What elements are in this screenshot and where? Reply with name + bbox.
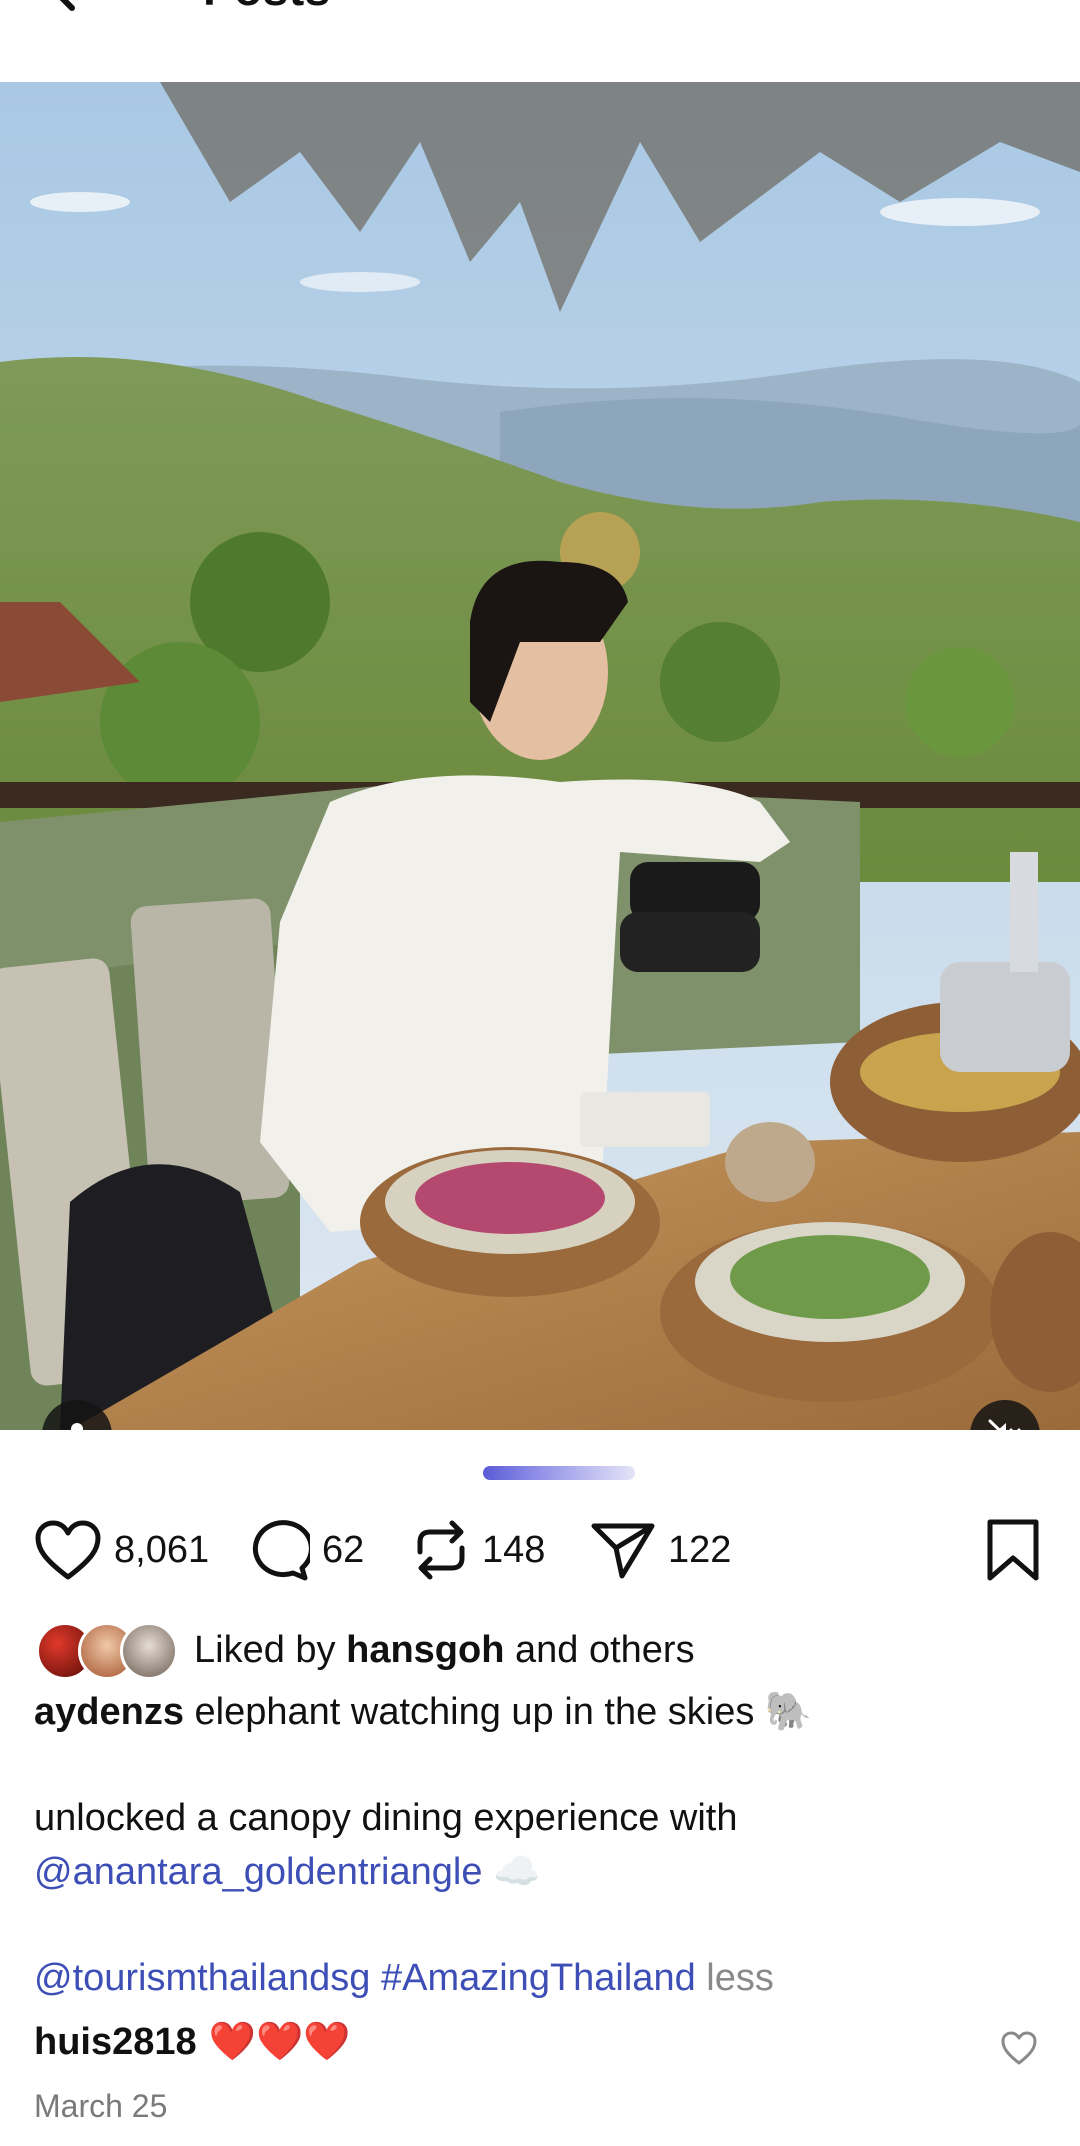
top-bar: Posts (0, 0, 1080, 80)
post-date: March 25 (34, 2088, 168, 2124)
page-title: Posts (203, 0, 331, 16)
heart-icon[interactable] (1000, 2030, 1038, 2066)
share-action[interactable]: 122 (590, 1510, 731, 1590)
caption-username[interactable]: aydenzs (34, 1691, 184, 1733)
comment-text: ❤️❤️❤️ (208, 2021, 351, 2063)
repost-action[interactable]: 148 (412, 1510, 545, 1590)
caption-line: @anantara_goldentriangle ☁️ (34, 1851, 541, 1893)
hashtag-link[interactable]: #AmazingThailand (381, 1957, 696, 1999)
shares-count: 122 (668, 1528, 732, 1571)
caption-line: unlocked a canopy dining experience with (34, 1797, 738, 1839)
carousel-indicator (483, 1466, 635, 1480)
caption-line: @tourismthailandsg #AmazingThailand less (34, 1957, 774, 2000)
mention-link[interactable]: @tourismthailandsg (34, 1957, 370, 1999)
avatar (120, 1622, 178, 1680)
comment-action[interactable]: 62 (246, 1510, 364, 1590)
comment-bubble-icon (252, 1520, 310, 1581)
send-icon (591, 1523, 655, 1579)
person-icon (71, 1423, 83, 1430)
liked-by-user[interactable]: hansgoh (346, 1629, 504, 1671)
speaker-muted-icon (988, 1419, 1021, 1430)
comments-count: 62 (322, 1528, 365, 1571)
comment-username[interactable]: huis2818 (34, 2021, 197, 2064)
repost-icon (417, 1520, 465, 1580)
liker-avatars (36, 1622, 178, 1680)
mention-link[interactable]: @anantara_goldentriangle (34, 1851, 482, 1893)
comment-item: huis2818 ❤️❤️❤️ (34, 2020, 351, 2064)
post-image[interactable] (0, 82, 1080, 1430)
post-actions: 8,061 62 148 122 (0, 1510, 1080, 1590)
liked-by-row[interactable]: Liked by hansgoh and others (36, 1620, 695, 1680)
heart-icon (35, 1520, 101, 1580)
reposts-count: 148 (482, 1528, 546, 1571)
bookmark-icon[interactable] (984, 1518, 1042, 1582)
like-action[interactable]: 8,061 (34, 1510, 209, 1590)
likes-count: 8,061 (114, 1528, 210, 1571)
caption-line: aydenzs elephant watching up in the skie… (34, 1691, 813, 1733)
less-button[interactable]: less (706, 1957, 774, 1999)
liked-by-text: Liked by hansgoh and others (194, 1628, 695, 1671)
arrow-left-icon[interactable] (44, 0, 114, 26)
